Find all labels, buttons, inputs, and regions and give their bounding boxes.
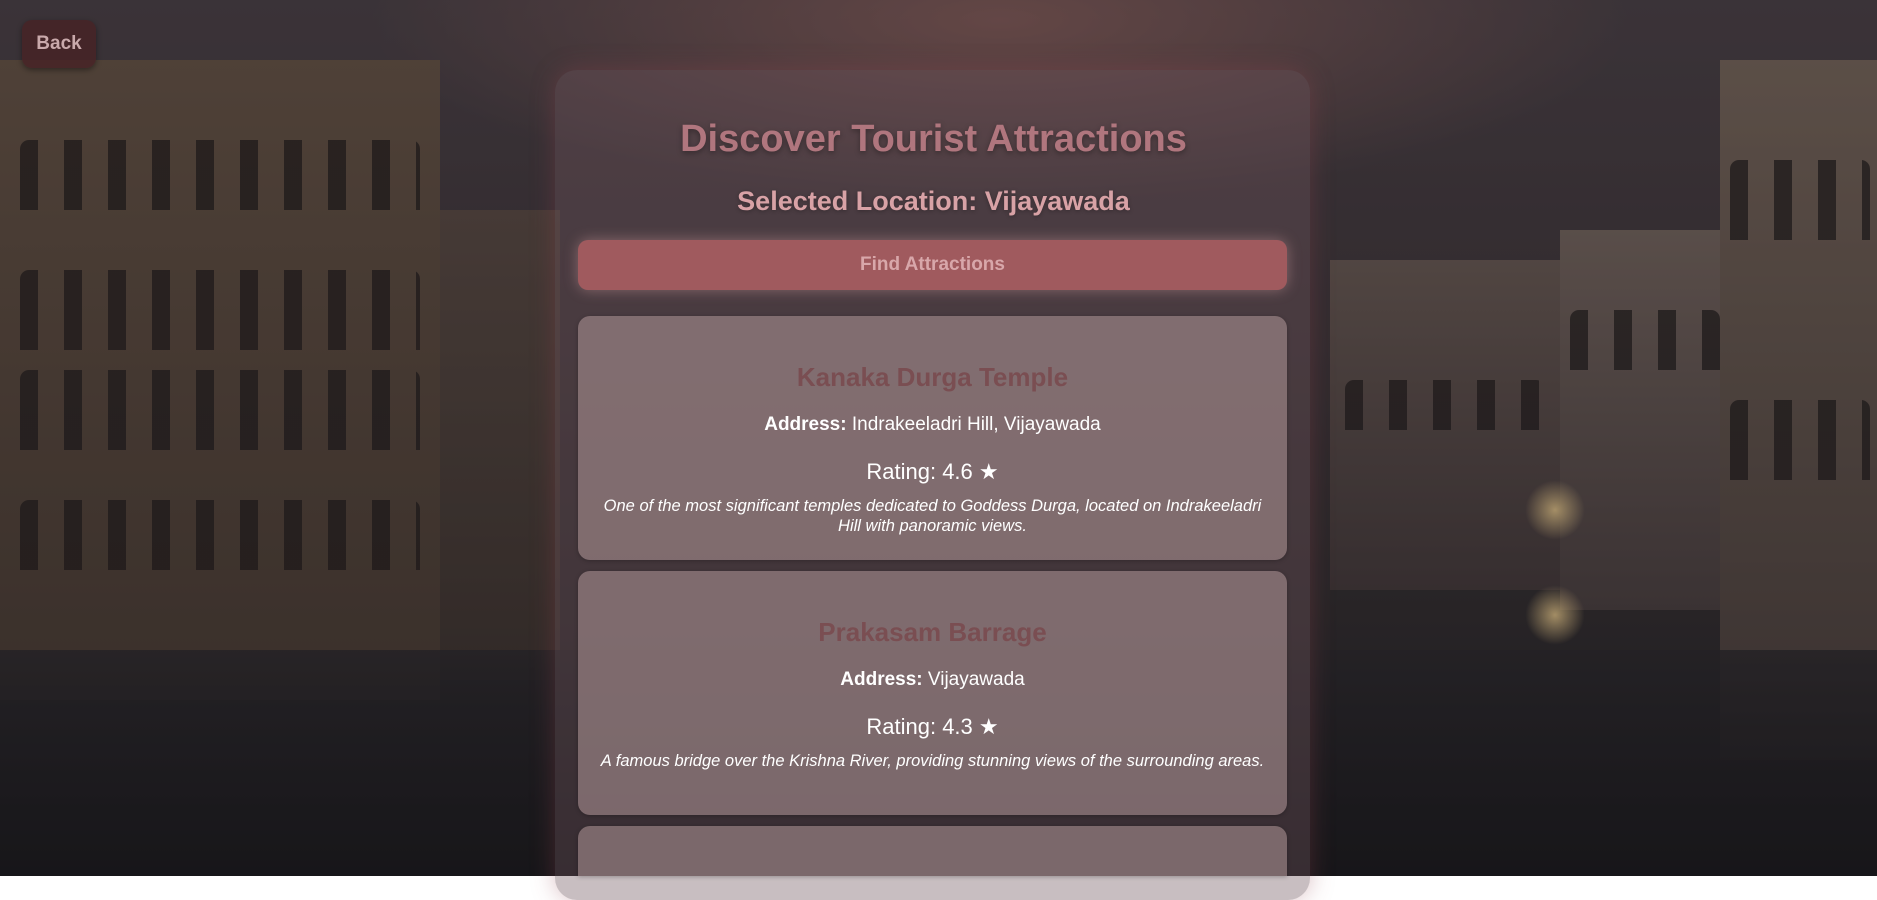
attraction-name: Prakasam Barrage (818, 617, 1047, 647)
attraction-address: Address: Vijayawada (578, 669, 1287, 691)
selected-location: Selected Location: Vijayawada (737, 186, 1130, 216)
address-value: Vijayawada (927, 669, 1025, 690)
attraction-rating: Rating: 4.3 ★ (866, 714, 999, 739)
address-label: Address: (840, 669, 923, 690)
back-button[interactable]: Back (22, 20, 96, 68)
attraction-rating: Rating: 4.6 ★ (866, 459, 999, 484)
attraction-card: Kanaka Durga Temple Address: Indrakeelad… (578, 316, 1287, 560)
attraction-description: One of the most significant temples dedi… (603, 497, 1262, 535)
attraction-description: A famous bridge over the Krishna River, … (600, 752, 1265, 770)
address-label: Address: (764, 414, 847, 435)
attraction-address: Address: Indrakeeladri Hill, Vijayawada (578, 414, 1287, 436)
attraction-card (578, 826, 1287, 876)
attraction-card: Prakasam Barrage Address: Vijayawada Rat… (578, 571, 1287, 815)
page-title: Discover Tourist Attractions (680, 118, 1187, 160)
attraction-name: Kanaka Durga Temple (796, 362, 1069, 392)
address-value: Indrakeeladri Hill, Vijayawada (851, 414, 1101, 435)
find-attractions-button[interactable]: Find Attractions (578, 240, 1287, 290)
